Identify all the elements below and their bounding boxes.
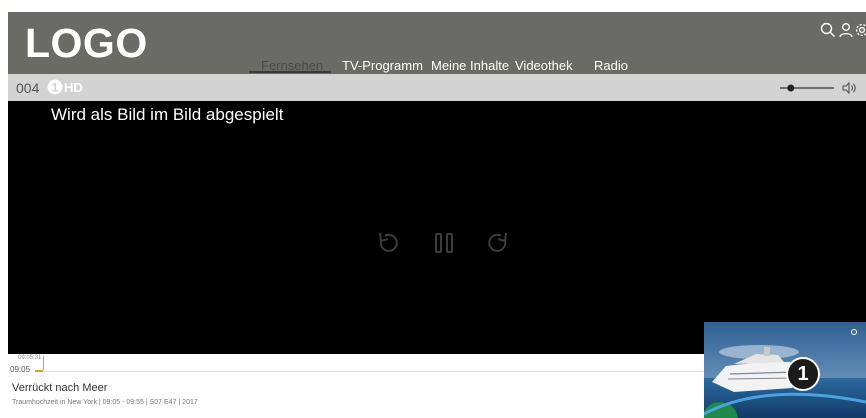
pip-playing-message: Wird als Bild im Bild abgespielt xyxy=(51,105,284,124)
active-tab-indicator xyxy=(249,71,331,73)
video-player[interactable]: Wird als Bild im Bild abgespielt xyxy=(8,101,866,354)
volume-control xyxy=(780,80,860,96)
das-erste-hd-logo: 1 HD xyxy=(47,79,83,95)
forward-icon[interactable] xyxy=(486,231,510,255)
start-time: 09:05 xyxy=(10,365,31,374)
gear-icon[interactable] xyxy=(854,22,866,38)
progress-track[interactable] xyxy=(43,371,733,372)
user-icon[interactable] xyxy=(838,22,854,38)
volume-slider-handle[interactable] xyxy=(787,84,795,92)
rewind-icon[interactable] xyxy=(376,231,400,255)
current-time-marker: 09:05:31 xyxy=(18,355,42,361)
show-meta: Traumhochzeit in New York | 09:05 - 09:5… xyxy=(12,399,198,406)
search-icon[interactable] xyxy=(820,22,836,38)
nav-item-radio[interactable]: Radio xyxy=(594,58,628,73)
svg-text:1: 1 xyxy=(52,81,59,95)
speaker-icon[interactable] xyxy=(842,81,856,95)
nav-item-tv-programm[interactable]: TV-Programm xyxy=(342,58,423,73)
header: LOGO Fernsehen TV-Programm Meine Inhalte… xyxy=(8,12,866,74)
channel-number: 004 xyxy=(16,80,40,96)
pip-window[interactable]: 1 xyxy=(704,322,866,418)
tv-app: LOGO Fernsehen TV-Programm Meine Inhalte… xyxy=(8,12,866,418)
cruise-ship-thumbnail xyxy=(704,322,866,418)
progress-fill xyxy=(35,370,43,372)
pause-icon[interactable] xyxy=(432,231,456,255)
logo[interactable]: LOGO xyxy=(25,20,148,67)
channel-badge: 1 xyxy=(786,357,820,391)
svg-text:HD: HD xyxy=(64,80,83,95)
nav-item-meine-inhalte[interactable]: Meine Inhalte xyxy=(431,58,509,73)
channel-bar: 004 1 HD xyxy=(8,74,866,101)
show-title: Verrückt nach Meer xyxy=(12,382,108,394)
nav-item-videothek[interactable]: Videothek xyxy=(515,58,573,73)
playhead[interactable] xyxy=(43,356,44,370)
